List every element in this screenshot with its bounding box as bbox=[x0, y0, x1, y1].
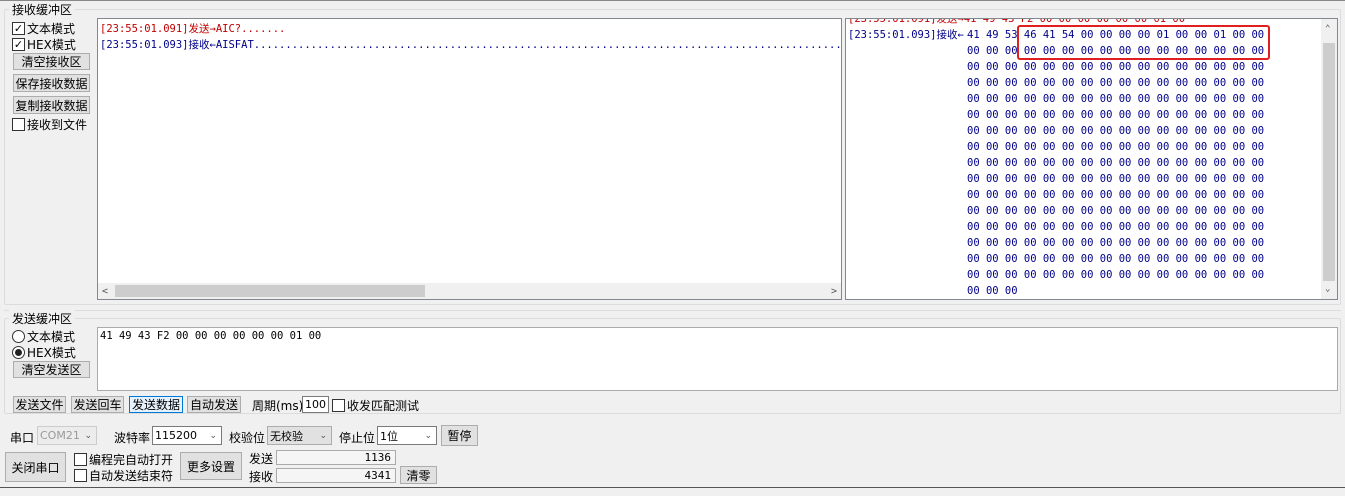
label: 文本模式 bbox=[27, 330, 76, 344]
hex-row: 00 00 00 bbox=[967, 285, 1018, 297]
hex-row: 00 00 00 00 00 00 00 00 00 00 00 00 00 0… bbox=[967, 93, 1265, 105]
receive-hex-pane[interactable]: [23:55:01.091]发送→41 49 43 F2 00 00 00 00… bbox=[845, 18, 1338, 300]
top-border bbox=[0, 0, 1345, 1]
chevron-down-icon: ⌄ bbox=[319, 430, 327, 441]
scroll-up-icon[interactable]: ⌃ bbox=[1325, 21, 1330, 37]
divider bbox=[4, 310, 1341, 311]
hex-row: 00 00 00 00 00 00 00 00 00 00 00 00 00 0… bbox=[967, 189, 1265, 201]
port-select[interactable]: COM21 ⌄ bbox=[37, 426, 97, 445]
radio-circle bbox=[12, 330, 25, 343]
vertical-scrollbar[interactable]: ⌃ ⌄ bbox=[1321, 19, 1337, 299]
more-settings-button[interactable]: 更多设置 bbox=[180, 452, 242, 480]
scroll-right-icon[interactable]: > bbox=[831, 284, 837, 299]
send-hex-mode-radio[interactable]: HEX模式 bbox=[12, 344, 76, 361]
chevron-down-icon: ⌄ bbox=[209, 430, 217, 441]
label: 收发匹配测试 bbox=[347, 399, 420, 413]
hex-row: 00 00 00 00 00 00 00 00 00 00 00 00 00 0… bbox=[967, 109, 1265, 121]
recv-count: 4341 bbox=[276, 468, 396, 483]
stop-label: 停止位 bbox=[339, 431, 376, 445]
recv-hex-mode-checkbox[interactable]: ✓ HEX模式 bbox=[12, 36, 76, 53]
label: HEX模式 bbox=[27, 38, 76, 52]
receive-title: 接收缓冲区 bbox=[9, 1, 76, 18]
parity-select[interactable]: 无校验 ⌄ bbox=[267, 426, 332, 445]
send-file-button[interactable]: 发送文件 bbox=[13, 396, 66, 413]
radio-circle bbox=[12, 346, 25, 359]
line-ts: [23:55:01.091] bbox=[100, 23, 189, 35]
value: COM21 bbox=[40, 429, 80, 442]
label: HEX模式 bbox=[27, 346, 76, 360]
hex-row: 00 00 00 00 00 00 00 00 00 00 00 00 00 0… bbox=[967, 237, 1265, 249]
value: 无校验 bbox=[270, 429, 303, 443]
save-receive-button[interactable]: 保存接收数据 bbox=[13, 74, 90, 92]
scrollbar-thumb[interactable] bbox=[115, 285, 425, 297]
clear-count-button[interactable]: 清零 bbox=[400, 466, 437, 484]
scrollbar-thumb[interactable] bbox=[1323, 43, 1335, 281]
send-text-mode-radio[interactable]: 文本模式 bbox=[12, 328, 75, 345]
text-line: [23:55:01.093]接收←AISFAT.................… bbox=[100, 37, 842, 53]
sent-count: 1136 bbox=[276, 450, 396, 465]
checkmark-icon: ✓ bbox=[12, 38, 25, 51]
label: 自动发送结束符 bbox=[89, 469, 174, 483]
value: 115200 bbox=[155, 429, 197, 442]
receive-text-pane[interactable]: [23:55:01.091]发送→AIC?....... [23:55:01.09… bbox=[97, 18, 842, 300]
send-data-button[interactable]: 发送数据 bbox=[129, 396, 183, 413]
hex-row: 00 00 00 00 00 00 00 00 00 00 00 00 00 0… bbox=[967, 61, 1265, 73]
hex-row: 00 00 00 00 00 00 00 00 00 00 00 00 00 0… bbox=[967, 157, 1265, 169]
baud-label: 波特率 bbox=[114, 431, 151, 445]
line-dir: 接收← bbox=[188, 39, 216, 51]
line-data: AISFAT..................................… bbox=[215, 39, 842, 51]
parity-label: 校验位 bbox=[229, 431, 266, 445]
receive-to-file-checkbox[interactable]: 接收到文件 bbox=[12, 116, 87, 133]
pause-button[interactable]: 暂停 bbox=[441, 425, 478, 446]
horizontal-scrollbar[interactable]: < > bbox=[98, 283, 841, 299]
close-port-button[interactable]: 关闭串口 bbox=[5, 452, 66, 482]
hex-row: 00 00 00 00 00 00 00 00 00 00 00 00 00 0… bbox=[967, 269, 1265, 281]
match-test-checkbox[interactable]: 收发匹配测试 bbox=[332, 397, 419, 414]
hex-row: 00 00 00 00 00 00 00 00 00 00 00 00 00 0… bbox=[967, 253, 1265, 265]
hex-row: 00 00 00 00 00 00 00 00 00 00 00 00 00 0… bbox=[967, 77, 1265, 89]
clear-receive-button[interactable]: 清空接收区 bbox=[13, 53, 90, 70]
auto-open-checkbox[interactable]: 编程完自动打开 bbox=[74, 451, 173, 468]
clear-send-button[interactable]: 清空发送区 bbox=[13, 361, 90, 378]
status-divider bbox=[0, 487, 1345, 488]
send-enter-button[interactable]: 发送回车 bbox=[71, 396, 124, 413]
chevron-down-icon: ⌄ bbox=[84, 430, 92, 441]
period-input[interactable]: 100 bbox=[302, 396, 329, 413]
line-dir: 发送→ bbox=[188, 23, 216, 35]
highlight-box bbox=[1017, 25, 1270, 60]
hex-row: 00 00 00 00 00 00 00 00 00 00 00 00 00 0… bbox=[967, 205, 1265, 217]
stop-select[interactable]: 1位 ⌄ bbox=[377, 426, 437, 445]
checkbox-box bbox=[74, 453, 87, 466]
hex-row: 00 00 00 00 00 00 00 00 00 00 00 00 00 0… bbox=[967, 125, 1265, 137]
checkmark-icon: ✓ bbox=[12, 22, 25, 35]
hex-row: 00 00 00 00 00 00 00 00 00 00 00 00 00 0… bbox=[967, 221, 1265, 233]
auto-send-button[interactable]: 自动发送 bbox=[187, 396, 241, 413]
auto-end-checkbox[interactable]: 自动发送结束符 bbox=[74, 467, 173, 484]
line-ts: [23:55:01.093] bbox=[100, 39, 189, 51]
baud-select[interactable]: 115200 ⌄ bbox=[152, 426, 222, 445]
scroll-down-icon[interactable]: ⌄ bbox=[1325, 281, 1330, 297]
checkbox-box bbox=[74, 469, 87, 482]
send-title: 发送缓冲区 bbox=[9, 310, 76, 327]
checkbox-box bbox=[332, 399, 345, 412]
label: 接收到文件 bbox=[27, 118, 88, 132]
label: 文本模式 bbox=[27, 22, 76, 36]
text-line: [23:55:01.091]发送→AIC?....... bbox=[100, 21, 839, 37]
hex-row: 00 00 00 00 00 00 00 00 00 00 00 00 00 0… bbox=[967, 141, 1265, 153]
copy-receive-button[interactable]: 复制接收数据 bbox=[13, 96, 90, 114]
chevron-down-icon: ⌄ bbox=[424, 430, 432, 441]
period-label: 周期(ms) bbox=[252, 399, 304, 413]
recv-label: 接收 bbox=[249, 470, 274, 484]
label: 编程完自动打开 bbox=[89, 453, 174, 467]
recv-text-mode-checkbox[interactable]: ✓ 文本模式 bbox=[12, 20, 75, 37]
line-data: AIC?....... bbox=[215, 23, 286, 35]
value: 1位 bbox=[380, 429, 398, 443]
send-input[interactable]: 41 49 43 F2 00 00 00 00 00 00 01 00 bbox=[97, 327, 1338, 391]
hex-row: 00 00 00 00 00 00 00 00 00 00 00 00 00 0… bbox=[967, 173, 1265, 185]
hex-head: [23:55:01.093]接收← bbox=[848, 29, 964, 41]
sent-label: 发送 bbox=[249, 452, 274, 466]
port-label: 串口 bbox=[10, 431, 35, 445]
checkbox-box bbox=[12, 118, 25, 131]
scroll-left-icon[interactable]: < bbox=[102, 284, 108, 299]
